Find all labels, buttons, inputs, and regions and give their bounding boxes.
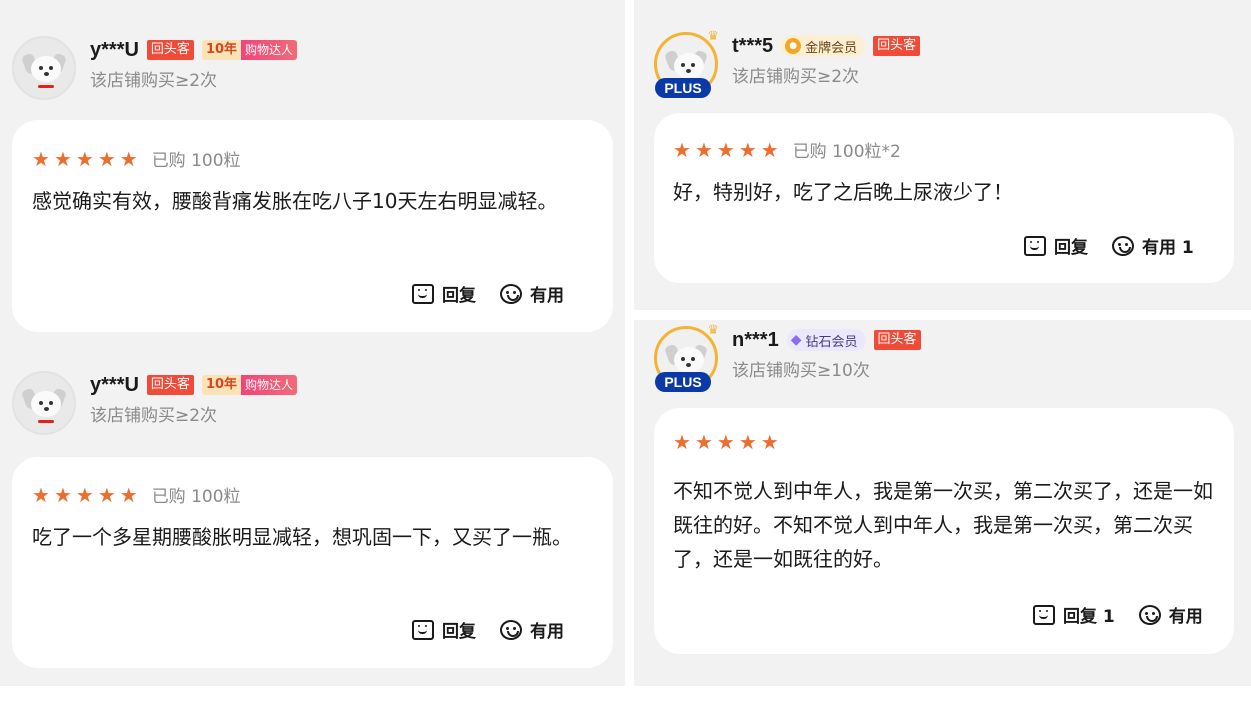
star-icon: ★ (760, 430, 779, 454)
plus-badge: PLUS (655, 372, 711, 392)
star-icon: ★ (75, 482, 94, 507)
star-icon: ★ (119, 482, 138, 507)
review-content: 感觉确实有效，腰酸背痛发胀在吃八子10天左右明显减轻。 (32, 189, 558, 213)
purchase-count: 该店铺购买≥2次 (90, 406, 218, 426)
gold-medal-icon: ● (785, 38, 802, 54)
star-icon: ★ (53, 482, 72, 507)
badge-label: 购物达人 (241, 375, 298, 395)
review-user-header: y***U 回头客 10年 购物达人 该店铺购买≥2次 (12, 36, 298, 100)
star-icon: ★ (32, 482, 50, 507)
reply-icon (412, 283, 434, 304)
useful-button[interactable]: 有用 (500, 281, 564, 306)
reply-label: 回复 (442, 622, 476, 642)
bought-info: 已购 100粒 (151, 151, 241, 171)
username[interactable]: n***1 (732, 329, 779, 352)
dog-avatar-icon[interactable] (12, 36, 76, 100)
reply-button[interactable]: 回复 1 (1033, 602, 1115, 627)
years-label: 10年 (201, 375, 242, 395)
review-actions: 回复 有用 1 (1024, 233, 1194, 258)
star-icon: ★ (32, 146, 50, 171)
star-icon: ★ (694, 430, 713, 454)
star-icon: ★ (760, 137, 779, 162)
review-content: 吃了一个多星期腰酸胀明显减轻，想巩固一下，又买了一瓶。 (32, 525, 572, 549)
diamond-icon: ◆ (790, 332, 802, 348)
star-icon: ★ (53, 146, 72, 171)
useful-icon (500, 619, 522, 640)
useful-label: 有用 1 (1142, 238, 1194, 258)
reply-icon (412, 619, 434, 640)
member-label: 金牌会员 (805, 40, 858, 56)
years-label: 10年 (201, 40, 242, 60)
star-icon: ★ (75, 146, 94, 171)
review-actions: 回复 有用 (412, 617, 564, 642)
useful-icon (1112, 235, 1134, 256)
bought-info: 已购 100粒*2 (792, 142, 901, 162)
useful-button[interactable]: 有用 (1138, 602, 1203, 627)
returning-customer-tag: 回头客 (146, 40, 194, 60)
review-content: 不知不觉人到中年人，我是第一次买，第二次买了，还是一如既往的好。不知不觉人到中年… (673, 479, 1213, 571)
dog-avatar-icon[interactable] (12, 371, 76, 435)
dog-avatar-icon[interactable]: ♛ PLUS (654, 323, 719, 392)
badge-label: 购物达人 (241, 40, 298, 60)
reply-icon (1033, 604, 1055, 625)
member-label: 钻石会员 (805, 334, 858, 350)
useful-label: 有用 (530, 286, 564, 306)
review-actions: 回复 1 有用 (1033, 602, 1203, 627)
rating-stars: ★ ★ ★ ★ ★ 已购 100粒*2 (673, 137, 901, 163)
returning-customer-tag: 回头客 (873, 36, 921, 56)
reply-label: 回复 1 (1063, 607, 1115, 627)
useful-icon (1138, 604, 1161, 625)
star-icon: ★ (716, 137, 735, 162)
rating-stars: ★ ★ ★ ★ ★ (673, 432, 783, 452)
reply-button[interactable]: 回复 (412, 617, 476, 642)
star-icon: ★ (673, 430, 691, 454)
purchase-count: 该店铺购买≥2次 (732, 67, 860, 87)
star-icon: ★ (97, 482, 116, 507)
purchase-count: 该店铺购买≥2次 (90, 71, 218, 91)
shopping-expert-tag: 10年 购物达人 (201, 375, 298, 395)
returning-customer-tag: 回头客 (146, 375, 194, 395)
review-user-header: y***U 回头客 10年 购物达人 该店铺购买≥2次 (12, 371, 298, 435)
star-icon: ★ (738, 430, 757, 454)
diamond-member-tag: ◆ 钻石会员 (786, 329, 866, 351)
rating-stars: ★ ★ ★ ★ ★ 已购 100粒 (32, 146, 241, 172)
useful-button[interactable]: 有用 1 (1112, 233, 1194, 258)
gold-member-tag: ● 金牌会员 (781, 35, 866, 57)
review-content: 好，特别好，吃了之后晚上尿液少了！ (673, 180, 1013, 204)
shopping-expert-tag: 10年 购物达人 (201, 40, 298, 60)
star-icon: ★ (97, 146, 116, 171)
reply-button[interactable]: 回复 (1024, 233, 1088, 258)
useful-label: 有用 (1168, 607, 1203, 627)
star-icon: ★ (673, 137, 691, 162)
star-icon: ★ (119, 146, 138, 171)
username[interactable]: t***5 (732, 35, 773, 58)
reply-label: 回复 (442, 286, 476, 306)
review-user-header: ♛ PLUS n***1 ◆ 钻石会员 回头客 该店铺购买≥10次 (654, 323, 921, 392)
reply-button[interactable]: 回复 (412, 281, 476, 306)
useful-label: 有用 (530, 622, 564, 642)
review-user-header: ♛ PLUS t***5 ● 金牌会员 回头客 该店铺购买≥2次 (654, 29, 921, 98)
crown-icon: ♛ (707, 323, 719, 338)
returning-customer-tag: 回头客 (873, 330, 921, 350)
useful-button[interactable]: 有用 (500, 617, 564, 642)
useful-icon (500, 283, 522, 304)
username[interactable]: y***U (90, 39, 139, 62)
bought-info: 已购 100粒 (151, 487, 241, 507)
reply-label: 回复 (1054, 238, 1088, 258)
reply-icon (1024, 235, 1046, 256)
purchase-count: 该店铺购买≥10次 (732, 361, 870, 381)
dog-avatar-icon[interactable]: ♛ PLUS (654, 29, 719, 98)
crown-icon: ♛ (707, 29, 719, 44)
star-icon: ★ (716, 430, 735, 454)
plus-badge: PLUS (655, 78, 711, 98)
username[interactable]: y***U (90, 374, 139, 397)
star-icon: ★ (694, 137, 713, 162)
star-icon: ★ (738, 137, 757, 162)
review-actions: 回复 有用 (412, 281, 564, 306)
rating-stars: ★ ★ ★ ★ ★ 已购 100粒 (32, 482, 241, 508)
